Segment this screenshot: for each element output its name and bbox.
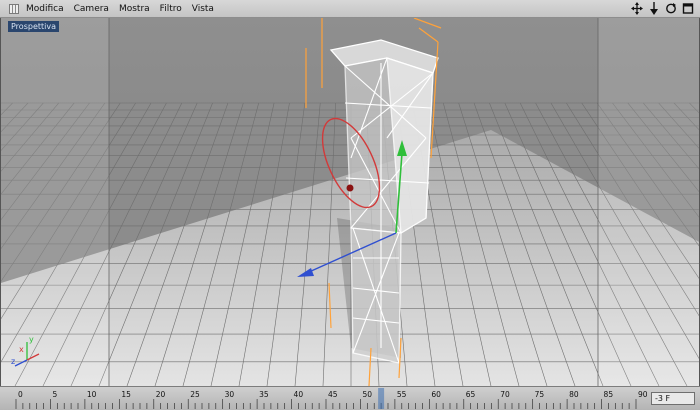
timeline-ruler[interactable]: 0 5 10 15 20 25 30 35 40 45 50 55 60 65 70 75 80 85 90 [0,387,650,410]
panel-grip-icon[interactable] [9,4,19,14]
menu-filtro[interactable]: Filtro [160,2,182,16]
timeline-tick-label: 90 [638,390,648,399]
current-frame-marker[interactable] [378,388,385,409]
timeline-tick-label: 40 [294,390,304,399]
timeline-tick-label: 50 [362,390,372,399]
menu-mostra[interactable]: Mostra [119,2,150,16]
timeline-tick-label: 80 [569,390,579,399]
move-view-icon[interactable] [631,1,643,16]
timeline-tick-label: 5 [52,390,57,399]
timeline-tick-label: 75 [535,390,545,399]
timeline-tick-label: 15 [121,390,131,399]
menu-camera[interactable]: Camera [74,2,109,16]
timeline-tick-label: 60 [431,390,441,399]
view-navigation-icons [631,1,694,16]
timeline-bar[interactable]: 0 5 10 15 20 25 30 35 40 45 50 55 60 65 70 75 80 85 90 -3 … [0,386,700,410]
x-axis-handle[interactable] [346,184,354,192]
timeline-tick-label: 30 [225,390,235,399]
timeline-tick-label: 45 [328,390,338,399]
timeline-tick-label: 0 [18,390,23,399]
timeline-tick-label: 85 [604,390,614,399]
menu-vista[interactable]: Vista [192,2,214,16]
maximize-view-icon[interactable] [682,1,694,16]
viewport-menubar: Modifica Camera Mostra Filtro Vista [0,0,700,18]
timeline-tick-label: 55 [397,390,407,399]
safe-frame-right [598,18,699,386]
timeline-tick-label: 10 [87,390,97,399]
zoom-view-icon[interactable] [648,1,660,16]
timeline-tick-label: 35 [259,390,269,399]
menu-items: Modifica Camera Mostra Filtro Vista [26,2,214,16]
view-label[interactable]: Prospettiva [8,21,59,32]
axis-label-y: y [29,335,34,344]
timeline-tick-label: 25 [190,390,200,399]
viewport-scene[interactable]: y x z [1,18,700,386]
safe-frame-left [1,18,109,386]
timeline-tick-label: 20 [156,390,166,399]
frame-field[interactable]: -3 F [651,392,695,405]
timeline-tick-label: 65 [466,390,476,399]
menu-modifica[interactable]: Modifica [26,2,64,16]
rotate-view-icon[interactable] [665,1,677,16]
axis-label-x: x [19,345,24,354]
timeline-tick-label: 70 [500,390,510,399]
3d-viewport[interactable]: y x z [0,18,700,386]
axis-label-z: z [11,357,15,366]
